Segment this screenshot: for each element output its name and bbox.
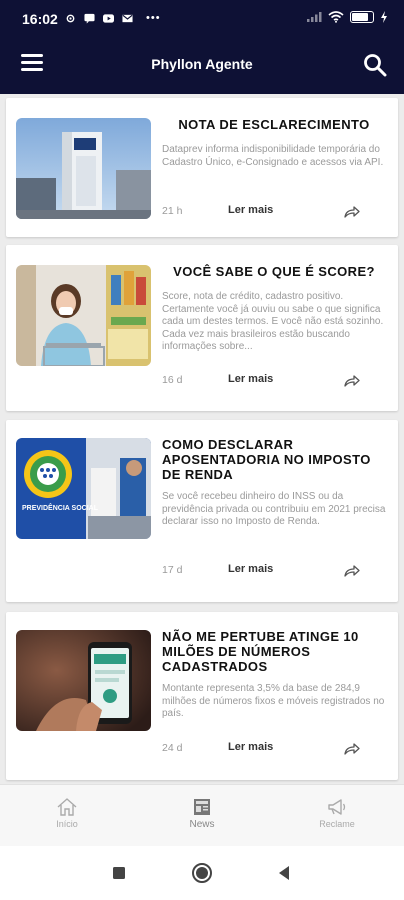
share-icon[interactable] bbox=[342, 202, 362, 222]
share-icon[interactable] bbox=[342, 739, 362, 759]
news-excerpt: Montante representa 3,5% da base de 284,… bbox=[162, 683, 385, 719]
nav-label: Início bbox=[56, 819, 78, 829]
news-excerpt: Se você recebeu dinheiro do INSS ou da p… bbox=[162, 491, 386, 527]
battery-icon bbox=[350, 11, 374, 23]
image-label: PREVIDÊNCIA SOCIAL bbox=[22, 503, 99, 512]
news-meta: 16 d Ler mais bbox=[162, 371, 386, 391]
share-icon[interactable] bbox=[342, 371, 362, 391]
system-navigation-bar bbox=[0, 846, 404, 900]
read-more-link[interactable]: Ler mais bbox=[228, 741, 273, 753]
news-title: NOTA DE ESCLARECIMENTO bbox=[178, 117, 370, 132]
news-card-nota-esclarecimento[interactable]: NOTA DE ESCLARECIMENTO Dataprev informa … bbox=[6, 98, 398, 237]
home-button[interactable] bbox=[191, 862, 213, 884]
nav-item-news[interactable]: News bbox=[162, 797, 242, 830]
chat-icon bbox=[84, 13, 95, 24]
news-card-aposentadoria-imposto[interactable]: PREVIDÊNCIA SOCIAL COMO DESCLARAR APOSEN… bbox=[6, 420, 398, 602]
signal-icon bbox=[307, 12, 322, 22]
app-title: Phyllon Agente bbox=[151, 56, 253, 72]
news-meta: 17 d Ler mais bbox=[162, 561, 386, 581]
news-age: 21 h bbox=[162, 205, 183, 217]
news-feed: NOTA DE ESCLARECIMENTO Dataprev informa … bbox=[0, 94, 404, 784]
news-age: 24 d bbox=[162, 742, 183, 754]
battery-level bbox=[352, 13, 368, 21]
read-more-link[interactable]: Ler mais bbox=[228, 563, 273, 575]
charging-bolt-icon bbox=[381, 11, 387, 23]
news-image-phone-hand bbox=[16, 630, 151, 731]
read-more-link[interactable]: Ler mais bbox=[228, 204, 273, 216]
app-bar: Phyllon Agente bbox=[0, 38, 404, 94]
bottom-navigation: Início News Reclame bbox=[0, 784, 404, 846]
notification-icons: ••• bbox=[64, 12, 161, 24]
wifi-icon bbox=[328, 11, 344, 23]
recent-apps-button[interactable] bbox=[112, 866, 126, 880]
news-image-woman-supermarket bbox=[16, 265, 151, 366]
system-status-icons bbox=[306, 11, 388, 23]
nav-item-reclame[interactable]: Reclame bbox=[297, 797, 377, 829]
nav-label: News bbox=[189, 819, 215, 830]
news-image-dataprev-building bbox=[16, 118, 151, 219]
search-icon[interactable] bbox=[362, 52, 388, 78]
status-time: 16:02 bbox=[22, 11, 58, 27]
news-excerpt: Score, nota de crédito, cadastro positiv… bbox=[162, 291, 384, 352]
news-title: COMO DESCLARAR APOSENTADORIA NO IMPOSTO … bbox=[162, 437, 371, 482]
home-icon bbox=[57, 798, 77, 816]
megaphone-icon bbox=[328, 799, 346, 815]
more-notifications-indicator: ••• bbox=[146, 12, 161, 24]
back-button[interactable] bbox=[277, 865, 291, 881]
youtube-icon bbox=[103, 13, 114, 23]
news-age: 17 d bbox=[162, 564, 183, 576]
read-more-link[interactable]: Ler mais bbox=[228, 373, 273, 385]
news-age: 16 d bbox=[162, 374, 183, 386]
status-bar: 16:02 ••• bbox=[0, 0, 404, 38]
nav-label: Reclame bbox=[319, 819, 355, 829]
newspaper-icon bbox=[194, 799, 210, 815]
nav-item-inicio[interactable]: Início bbox=[27, 797, 107, 829]
settings-gear-icon bbox=[66, 14, 75, 22]
gmail-icon bbox=[122, 14, 133, 22]
news-card-score[interactable]: VOCÊ SABE O QUE É SCORE? Score, nota de … bbox=[6, 245, 398, 411]
news-card-nao-me-pertube[interactable]: NÃO ME PERTUBE ATINGE 10 MILÕES DE NÚMER… bbox=[6, 612, 398, 780]
news-title: NÃO ME PERTUBE ATINGE 10 MILÕES DE NÚMER… bbox=[162, 629, 359, 674]
share-icon[interactable] bbox=[342, 561, 362, 581]
news-image-previdencia: PREVIDÊNCIA SOCIAL bbox=[16, 438, 151, 539]
news-meta: 21 h Ler mais bbox=[162, 202, 386, 222]
news-title: VOCÊ SABE O QUE É SCORE? bbox=[173, 264, 375, 279]
news-meta: 24 d Ler mais bbox=[162, 739, 386, 759]
news-excerpt: Dataprev informa indisponibilidade tempo… bbox=[162, 144, 384, 168]
